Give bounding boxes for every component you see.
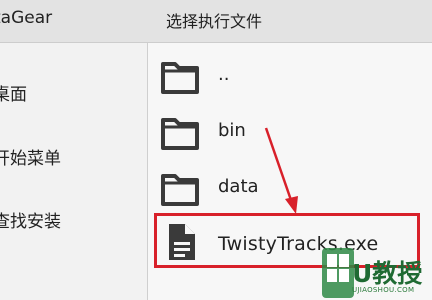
side-menu-header: taGear	[0, 0, 148, 43]
menu-item-desktop[interactable]: 桌面	[0, 80, 27, 105]
folder-icon	[161, 62, 199, 94]
file-name: data	[218, 176, 259, 197]
file-chooser-header: 选择执行文件	[148, 0, 432, 43]
side-menu: taGear 桌面 开始菜单 查找安装	[0, 0, 148, 300]
file-chooser-title: 选择执行文件	[166, 12, 263, 31]
screen: taGear 桌面 开始菜单 查找安装 选择执行文件 .. bin	[0, 0, 432, 300]
watermark-text: U教授	[352, 259, 423, 288]
menu-item-find-install[interactable]: 查找安装	[0, 207, 61, 232]
folder-icon	[161, 174, 199, 206]
file-name: ..	[218, 64, 230, 85]
menu-item-start-menu[interactable]: 开始菜单	[0, 144, 61, 169]
file-row-data[interactable]: data	[148, 160, 432, 216]
folder-icon	[161, 118, 199, 150]
watermark-url: UJIAOSHOU.COM	[352, 286, 415, 294]
app-title: taGear	[0, 8, 53, 28]
file-row-parent[interactable]: ..	[148, 48, 432, 104]
file-name: bin	[218, 120, 246, 141]
file-row-bin[interactable]: bin	[148, 104, 432, 160]
